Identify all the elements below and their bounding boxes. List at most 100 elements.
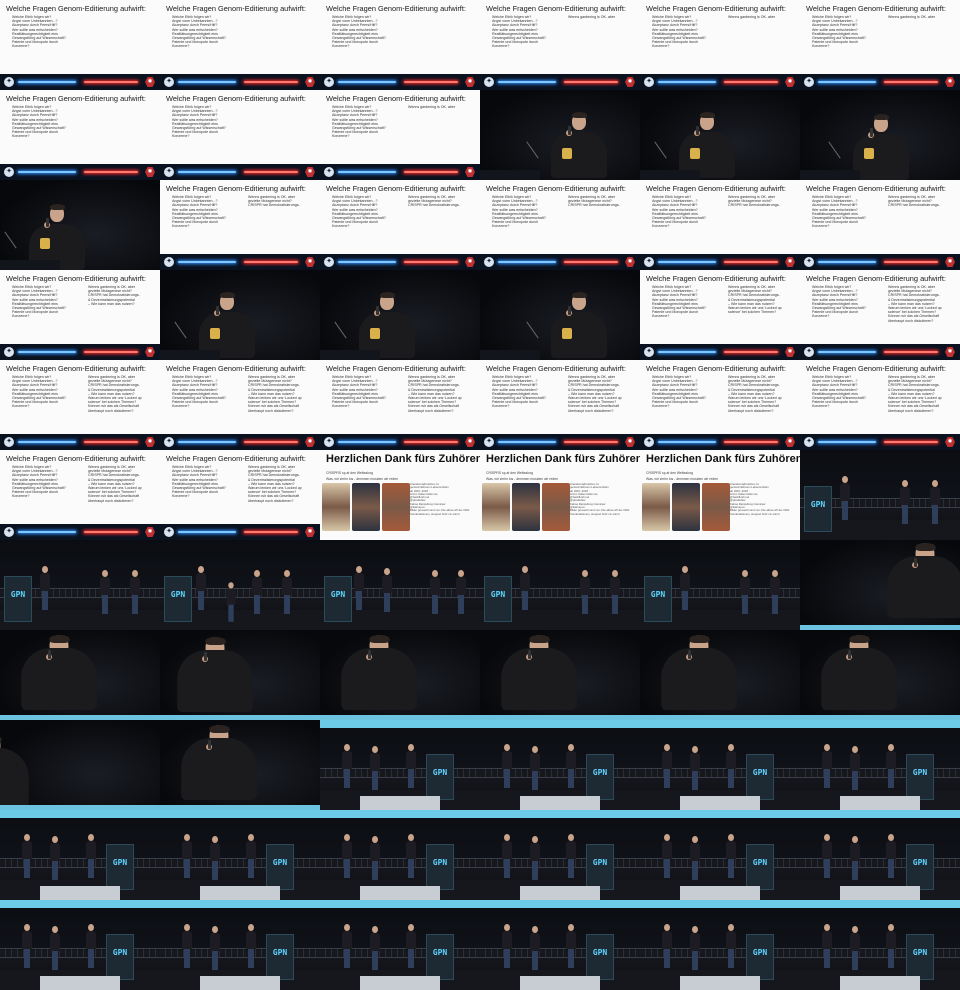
- slide-title: Welche Fragen Genom-Editierung aufwirft:: [6, 274, 146, 283]
- toy-figure-icon: [40, 238, 50, 249]
- stage-person: [690, 926, 700, 970]
- person-head: [24, 834, 30, 841]
- speaker-photo: [672, 483, 700, 531]
- gpn-logo: GPN: [752, 858, 768, 867]
- slide-bullet: überhaupt noch diskutieren?: [408, 409, 480, 413]
- red-lightsaber: [244, 171, 298, 173]
- person-body: [886, 751, 896, 769]
- lamp-icon: [334, 321, 347, 339]
- stage-person: [22, 924, 32, 968]
- speaker-hair: [49, 204, 65, 210]
- video-frame-speaker: [0, 630, 160, 720]
- speaker-hair: [204, 636, 226, 646]
- gpn-podium: GPN: [906, 844, 934, 890]
- person-legs: [212, 861, 218, 880]
- stage-person: [662, 924, 672, 968]
- rebel-alliance-icon: ✦: [164, 167, 174, 177]
- gpn-logo: GPN: [10, 590, 26, 599]
- blue-lightsaber: [818, 441, 876, 443]
- microphone-icon: [688, 650, 691, 659]
- stage-person: [182, 834, 192, 878]
- thanks-subtitle-2: Was, wir ziehn los - dennnen mussten wir…: [326, 477, 399, 481]
- stage-person: [822, 924, 832, 968]
- blue-lightsaber: [498, 441, 556, 443]
- person-legs: [522, 591, 528, 610]
- red-lightsaber: [884, 441, 938, 443]
- video-frame-stage: GPN: [640, 540, 800, 630]
- person-body: [566, 751, 576, 769]
- slide-footer: ✦ ✸: [800, 434, 960, 450]
- person-head: [692, 836, 698, 843]
- slide-footer: ✦ ✸: [320, 434, 480, 450]
- person-head: [568, 924, 574, 931]
- speaker-hair: [571, 292, 587, 298]
- video-frame-stage: GPN: [0, 810, 160, 900]
- video-frame-stage: GPN: [0, 900, 160, 990]
- person-legs: [852, 861, 858, 880]
- person-body: [530, 843, 540, 861]
- gpn-podium: GPN: [586, 754, 614, 800]
- gpn-podium: GPN: [906, 754, 934, 800]
- red-lightsaber: [404, 441, 458, 443]
- rebel-alliance-icon: ✦: [484, 257, 494, 267]
- slide-bullet: überhaupt noch diskutieren?: [88, 409, 160, 413]
- person-body: [726, 751, 736, 769]
- person-legs: [664, 949, 670, 968]
- stage-person: [382, 568, 392, 612]
- galactic-empire-icon: ✸: [465, 257, 475, 267]
- stage-light-band: [480, 900, 640, 908]
- galactic-empire-icon: ✸: [625, 77, 635, 87]
- person-head: [372, 746, 378, 753]
- speaker-body: [501, 647, 577, 711]
- video-frame-slide: Welche Fragen Genom-Editierung aufwirft:…: [480, 0, 640, 90]
- microphone-icon: [848, 650, 851, 659]
- person-legs: [728, 769, 734, 788]
- toy-figure-icon: [370, 328, 380, 339]
- lamp-icon: [526, 321, 539, 339]
- lamp-icon: [654, 141, 667, 159]
- thanks-subtitle-2: Was, wir ziehn los - dennnen mussten wir…: [646, 477, 719, 481]
- person-legs: [728, 949, 734, 968]
- person-body: [210, 933, 220, 951]
- person-body: [370, 753, 380, 771]
- stage-person: [22, 834, 32, 878]
- person-legs: [408, 859, 414, 878]
- slide-bullets-right: Wenns gardening is OK, abergezielte Muta…: [82, 465, 160, 503]
- gpn-logo: GPN: [490, 590, 506, 599]
- video-frame-slide: Welche Fragen Genom-Editierung aufwirft:…: [0, 270, 160, 360]
- slide-bullet: überhaupt noch diskutieren?: [248, 409, 320, 413]
- stage-person: [726, 924, 736, 968]
- slide-bullets-left: Welche Ethik folgen wir?Angst vorm Unbek…: [806, 375, 882, 409]
- microphone-icon: [870, 128, 873, 137]
- person-legs: [88, 949, 94, 968]
- rebel-alliance-icon: ✦: [164, 257, 174, 267]
- monitor-screen: [360, 976, 440, 990]
- person-head: [254, 570, 260, 577]
- stage-light-band: [480, 810, 640, 818]
- slide-bullets-right: Wenns gardening is OK, abergezielte Muta…: [722, 285, 800, 314]
- red-lightsaber: [244, 81, 298, 83]
- gpn-logo: GPN: [752, 948, 768, 957]
- person-head: [372, 926, 378, 933]
- gpn-podium: GPN: [484, 576, 512, 622]
- person-body: [690, 933, 700, 951]
- podium: [480, 350, 540, 360]
- person-head: [504, 924, 510, 931]
- stage-person: [850, 926, 860, 970]
- galactic-empire-icon: ✸: [145, 527, 155, 537]
- stage-person: [246, 924, 256, 968]
- gpn-logo: GPN: [272, 858, 288, 867]
- person-body: [502, 751, 512, 769]
- slide-bullets-left: Welche Ethik folgen wir?Angst vorm Unbek…: [326, 15, 402, 49]
- gpn-logo: GPN: [432, 768, 448, 777]
- rebel-alliance-icon: ✦: [644, 437, 654, 447]
- slide-bullets-left: Welche Ethik folgen wir?Angst vorm Unbek…: [6, 105, 82, 139]
- video-frame-slide: Welche Fragen Genom-Editierung aufwirft:…: [640, 270, 800, 360]
- video-frame-stage: GPN: [480, 540, 640, 630]
- person-head: [408, 834, 414, 841]
- video-frame-stage: GPN: [480, 900, 640, 990]
- person-body: [100, 577, 110, 595]
- video-frame-stage: GPN: [640, 900, 800, 990]
- person-head: [88, 924, 94, 931]
- microphone-icon: [568, 306, 571, 315]
